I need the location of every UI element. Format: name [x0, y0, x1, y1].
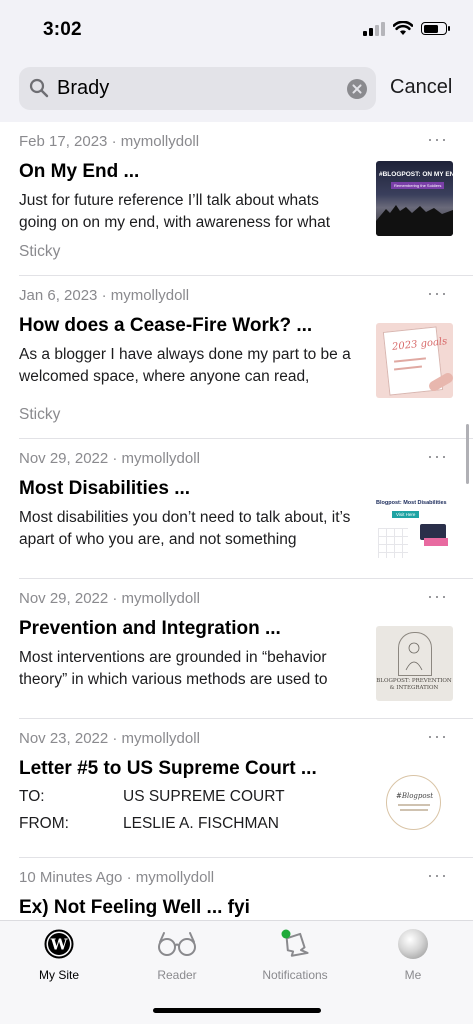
thumbnail-title: #BLOGPOST: ON MY END: [379, 171, 453, 178]
more-options-icon[interactable]: ···: [427, 284, 448, 302]
search-bar: Brady Cancel: [0, 60, 473, 122]
post-card[interactable]: Nov 29, 2022 · mymollydoll ··· Most Disa…: [19, 439, 473, 579]
post-excerpt: Most disabilities you don’t need to talk…: [19, 509, 351, 548]
post-thumbnail: #Blogpost: [376, 766, 453, 841]
post-card[interactable]: 10 Minutes Ago · mymollydoll ··· Ex) Not…: [19, 858, 473, 920]
post-card[interactable]: Nov 29, 2022 · mymollydoll ··· Preventio…: [19, 579, 473, 719]
notification-badge: [281, 929, 291, 939]
cancel-button[interactable]: Cancel: [390, 76, 452, 99]
more-options-icon[interactable]: ···: [427, 727, 448, 745]
post-meta: Nov 29, 2022 · mymollydoll: [19, 590, 200, 607]
more-options-icon[interactable]: ···: [427, 130, 448, 148]
status-icons: [363, 21, 450, 36]
wordpress-icon: W: [44, 929, 74, 959]
post-thumbnail: Blogpost: Most Disabilities Visit Here: [376, 486, 453, 561]
post-card[interactable]: Jan 6, 2023 · mymollydoll ··· How does a…: [19, 276, 473, 439]
cellular-signal-icon: [363, 21, 385, 36]
post-meta: Feb 17, 2023 · mymollydoll: [19, 133, 200, 150]
thumbnail-subtitle: Remembering the Soldiers: [391, 182, 445, 189]
post-excerpt: Most interventions are grounded in “beha…: [19, 649, 328, 688]
post-title: How does a Cease-Fire Work? ...: [19, 315, 313, 336]
post-card[interactable]: Feb 17, 2023 · mymollydoll ··· On My End…: [19, 122, 473, 276]
scroll-indicator[interactable]: [466, 424, 469, 484]
search-input[interactable]: Brady: [57, 77, 109, 100]
sticky-tag: Sticky: [19, 243, 61, 260]
more-options-icon[interactable]: ···: [427, 866, 448, 884]
wifi-icon: [393, 21, 413, 35]
bell-icon: [281, 929, 309, 957]
post-title: Ex) Not Feeling Well ... fyi: [19, 897, 250, 918]
post-excerpt: Just for future reference I’ll talk abou…: [19, 192, 331, 231]
thumbnail-title: #Blogpost: [395, 792, 434, 800]
thumbnail-title: Blogpost: Most Disabilities: [376, 500, 447, 506]
post-meta: Jan 6, 2023 · mymollydoll: [19, 287, 190, 304]
letter-to-line: TO: US SUPREME COURT: [19, 788, 285, 805]
more-options-icon[interactable]: ···: [427, 587, 448, 605]
post-meta: 10 Minutes Ago · mymollydoll: [19, 869, 215, 886]
post-title: Letter #5 to US Supreme Court ...: [19, 758, 317, 779]
svg-text:W: W: [50, 936, 69, 954]
letter-from-line: FROM: LESLIE A. FISCHMAN: [19, 815, 279, 832]
post-card[interactable]: Nov 23, 2022 · mymollydoll ··· Letter #5…: [19, 719, 473, 858]
post-thumbnail: BLOGPOST: PREVENTION & INTEGRATION: [376, 626, 453, 701]
tab-label: Reader: [157, 968, 197, 982]
tab-label: Notifications: [262, 968, 328, 982]
thumbnail-button: Visit Here: [392, 511, 420, 518]
tab-label: My Site: [38, 968, 79, 982]
tab-notifications[interactable]: Notifications: [236, 929, 354, 982]
clear-search-icon[interactable]: [347, 79, 367, 99]
tab-label: Me: [404, 968, 422, 982]
thumbnail-title: BLOGPOST: PREVENTION & INTEGRATION: [376, 678, 452, 691]
post-meta: Nov 23, 2022 · mymollydoll: [19, 730, 200, 747]
post-meta: Nov 29, 2022 · mymollydoll: [19, 450, 200, 467]
avatar: [398, 929, 428, 959]
sticky-tag: Sticky: [19, 406, 61, 423]
status-bar: 3:02: [0, 0, 473, 60]
tab-my-site[interactable]: W My Site: [0, 929, 118, 982]
tab-me[interactable]: Me: [354, 929, 472, 982]
post-title: Most Disabilities ...: [19, 478, 191, 499]
post-title: Prevention and Integration ...: [19, 618, 281, 639]
tab-reader[interactable]: Reader: [118, 929, 236, 982]
glasses-icon: [158, 932, 196, 956]
status-time: 3:02: [43, 19, 82, 40]
home-indicator: [153, 1008, 321, 1013]
post-title: On My End ...: [19, 161, 140, 182]
post-excerpt: As a blogger I have always done my part …: [19, 346, 351, 385]
battery-icon: [421, 22, 450, 35]
more-options-icon[interactable]: ···: [427, 447, 448, 465]
post-thumbnail: 2023 goals: [376, 323, 453, 398]
post-thumbnail: #BLOGPOST: ON MY END Remembering the Sol…: [376, 161, 453, 236]
search-results-list: Feb 17, 2023 · mymollydoll ··· On My End…: [0, 122, 473, 920]
search-field[interactable]: Brady: [19, 67, 376, 110]
search-icon: [29, 78, 49, 98]
